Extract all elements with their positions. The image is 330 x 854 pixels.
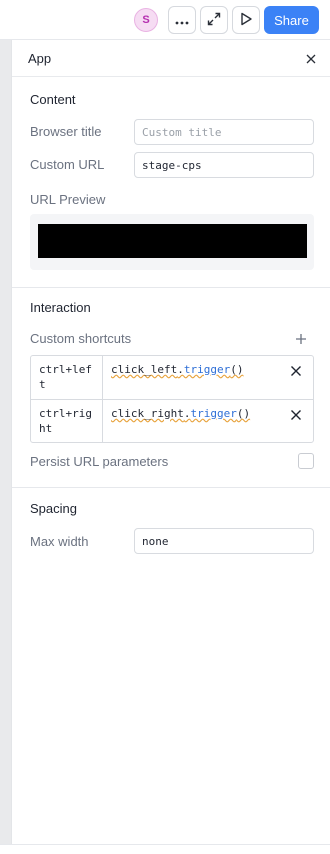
more-icon — [175, 13, 189, 28]
top-toolbar: S Share — [0, 0, 330, 40]
persist-url-label: Persist URL parameters — [30, 454, 169, 469]
play-icon — [240, 12, 252, 29]
shortcuts-table: ctrl+left click_left.trigger() ctrl+righ… — [30, 355, 314, 443]
canvas-edge — [0, 40, 11, 844]
shortcut-fn: click_left — [111, 363, 178, 376]
custom-url-label: Custom URL — [30, 157, 105, 172]
user-avatar[interactable]: S — [134, 8, 158, 32]
expand-icon — [207, 12, 221, 29]
shortcut-call: () — [230, 363, 244, 376]
custom-url-input[interactable]: stage-cps — [134, 152, 314, 178]
remove-shortcut-icon[interactable] — [290, 365, 302, 377]
remove-shortcut-icon[interactable] — [290, 409, 302, 421]
shortcut-row: ctrl+left click_left.trigger() — [31, 356, 313, 399]
shortcut-fn: click_right — [111, 407, 184, 420]
shortcut-row: ctrl+right click_right.trigger() — [31, 399, 313, 443]
panel-title: App — [28, 51, 52, 66]
redacted-url — [38, 224, 307, 258]
close-icon[interactable] — [304, 52, 318, 66]
section-divider — [12, 487, 330, 488]
share-button[interactable]: Share — [264, 6, 319, 34]
section-content-title: Content — [30, 92, 76, 107]
add-shortcut-icon[interactable] — [294, 332, 308, 346]
max-width-input[interactable]: none — [134, 528, 314, 554]
url-preview-box — [30, 214, 314, 270]
max-width-label: Max width — [30, 534, 89, 549]
inspector-panel: App Content Browser title Custom title C… — [11, 40, 330, 844]
shortcut-action-input[interactable]: click_left.trigger() — [111, 362, 243, 377]
shortcut-method: trigger — [190, 407, 237, 420]
expand-button[interactable] — [200, 6, 228, 34]
shortcut-action-input[interactable]: click_right.trigger() — [111, 406, 250, 421]
shortcut-key-input[interactable]: ctrl+right — [31, 400, 103, 443]
persist-url-checkbox[interactable] — [298, 453, 314, 469]
shortcut-dot: . — [177, 363, 184, 376]
shortcut-method: trigger — [183, 363, 231, 376]
section-divider — [12, 287, 330, 288]
browser-title-input[interactable]: Custom title — [134, 119, 314, 145]
panel-header: App — [12, 40, 330, 77]
shortcut-key-input[interactable]: ctrl+left — [31, 356, 103, 399]
bottom-status-bar — [0, 844, 330, 854]
section-spacing-title: Spacing — [30, 501, 77, 516]
custom-shortcuts-label: Custom shortcuts — [30, 331, 132, 346]
more-button[interactable] — [168, 6, 196, 34]
preview-run-button[interactable] — [232, 6, 260, 34]
browser-title-label: Browser title — [30, 124, 102, 139]
shortcut-call: () — [236, 407, 251, 420]
url-preview-label: URL Preview — [30, 192, 106, 207]
section-interaction-title: Interaction — [30, 300, 91, 315]
